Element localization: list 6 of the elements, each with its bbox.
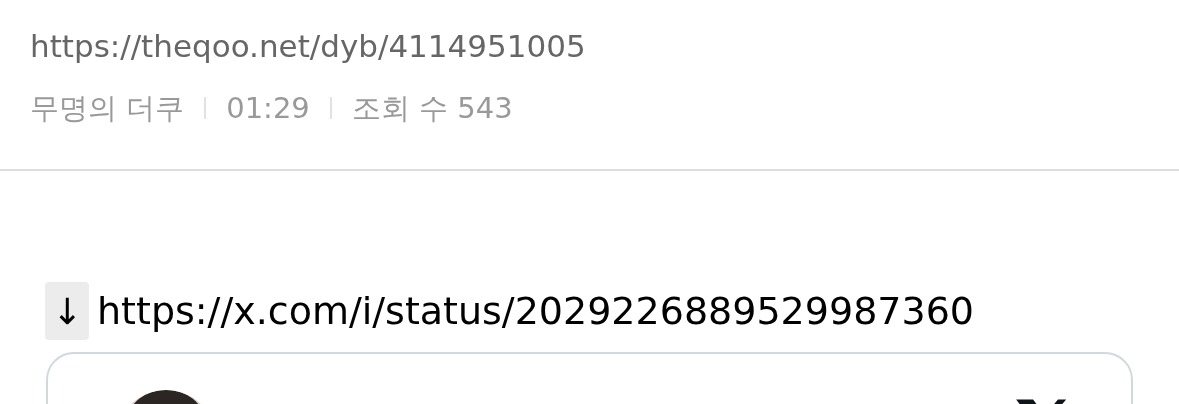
post-meta: 01:29 (226, 90, 310, 127)
post-url[interactable]: https://theqoo.net/dyb/4114951005 (30, 26, 1149, 66)
post-meta: 무명의 더쿠 (30, 90, 185, 127)
post-meta: 조회 수 543 (351, 90, 513, 127)
tweet-link[interactable]: https://x.com/i/status/2029226889529987360 (97, 289, 975, 333)
link-marker: ↓ (45, 282, 89, 340)
